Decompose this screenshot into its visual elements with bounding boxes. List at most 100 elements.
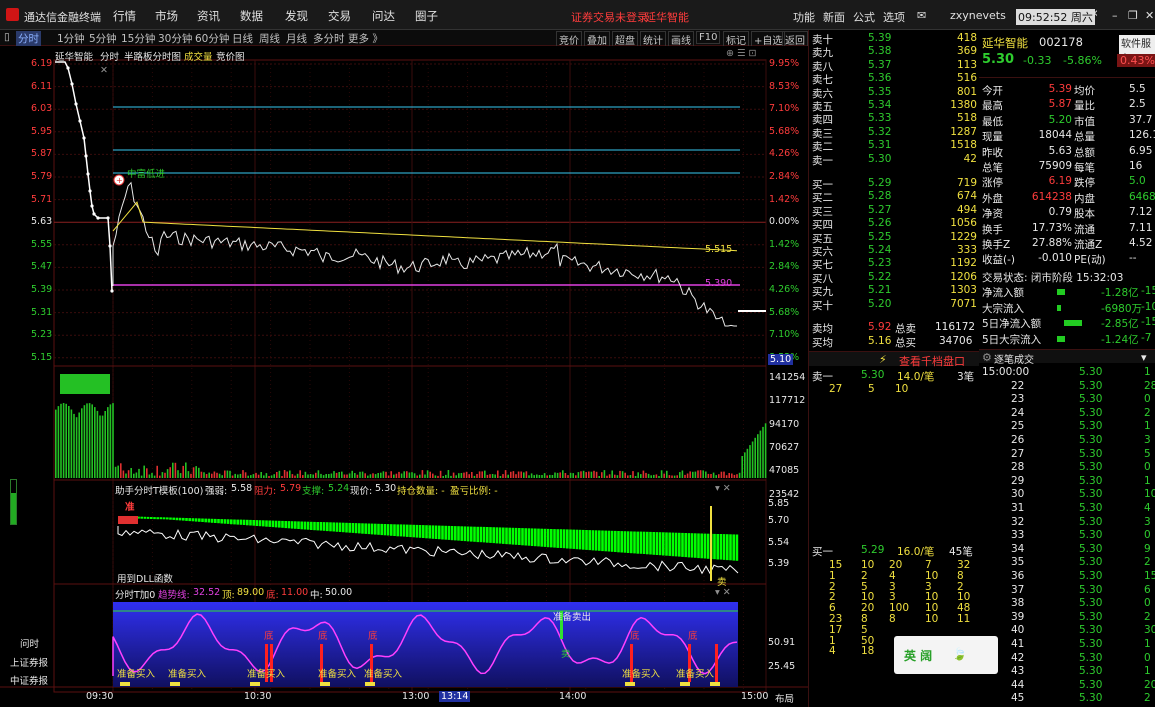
buy-signal-label: 准备买入 xyxy=(622,669,661,680)
menu-options[interactable]: 选项 xyxy=(883,9,905,25)
chart-mode: 分时 xyxy=(100,52,120,63)
menu-new-face[interactable]: 新面 xyxy=(823,9,845,25)
side-zzq[interactable]: 中证券报 xyxy=(10,673,48,687)
avg-buy-row: 买均 5.16 总买 34706 xyxy=(812,335,973,349)
view-depth-label: 查看千档盘口 xyxy=(899,355,965,368)
username[interactable]: zxynevets xyxy=(950,9,1006,22)
panel2-bottom: 11.00 xyxy=(281,587,309,598)
menu-trade[interactable]: 交易 xyxy=(328,8,351,24)
order-sell-row[interactable]: 卖七 5.36 516 xyxy=(809,72,979,86)
tab-1min[interactable]: 1分钟 xyxy=(57,31,85,46)
sector-pct: 0.43% xyxy=(1117,54,1155,67)
order-buy-row[interactable]: 买十 5.20 7071 xyxy=(809,298,979,312)
order-sell-row[interactable]: 卖四 5.33 518 xyxy=(809,112,979,126)
order-buy-row[interactable]: 买七 5.23 1192 xyxy=(809,257,979,271)
notice-stock: 延华智能 xyxy=(645,11,689,24)
tab-30min[interactable]: 30分钟 xyxy=(158,31,192,46)
view-depth-button[interactable]: ⚡ 查看千档盘口 xyxy=(809,351,979,368)
tab-fenshi[interactable]: 分时 xyxy=(16,31,41,46)
menu-wenda[interactable]: 问达 xyxy=(372,8,395,24)
order-sell-row[interactable]: 卖三 5.32 1287 xyxy=(809,126,979,140)
order-buy-row[interactable]: 买三 5.27 494 xyxy=(809,204,979,218)
btn-f10[interactable]: F10 xyxy=(696,31,721,44)
pct-axis-label: 9.95% xyxy=(769,58,800,69)
price-axis-label: 5.63 xyxy=(31,216,53,228)
order-sell-row[interactable]: 卖八 5.37 113 xyxy=(809,59,979,73)
side-wenshi[interactable]: 问时 xyxy=(20,636,39,650)
volume-axis-label: 70627 xyxy=(769,441,800,453)
time-cursor: 13:14 xyxy=(439,691,471,702)
app-name: 通达信金融终端 xyxy=(24,11,101,24)
order-buy-row[interactable]: 买九 5.21 1303 xyxy=(809,284,979,298)
tab-multi[interactable]: 多分时 xyxy=(313,31,345,46)
order-sell-row[interactable]: 卖六 5.35 801 xyxy=(809,86,979,100)
menu-circle[interactable]: 圈子 xyxy=(415,8,438,24)
menu-quote[interactable]: 行情 xyxy=(113,8,136,24)
panel1-strong: 5.58 xyxy=(231,483,253,494)
tab-day[interactable]: 日线 xyxy=(232,31,253,46)
order-buy-row[interactable]: 买二 5.28 674 xyxy=(809,190,979,204)
stock-stat-row: 外盘614238内盘64686 xyxy=(982,190,1155,205)
panel1-menu-icon[interactable]: ▾ ✕ xyxy=(715,483,731,494)
stock-stat-row: 收益(-) -0.010 PE(动) -- xyxy=(982,252,1137,267)
menu-market[interactable]: 市场 xyxy=(155,8,178,24)
pct-axis-label: 2.84% xyxy=(769,261,800,273)
tab-60min[interactable]: 60分钟 xyxy=(195,31,229,46)
order-buy-row[interactable]: 买一 5.29 719 xyxy=(809,177,979,191)
stock-header: 延华智能 002178 软件服务 5.30 -0.33 -5.86% 0.43% xyxy=(979,30,1155,78)
tick-row: 43 5.30 1 xyxy=(1011,665,1151,678)
menu-formula[interactable]: 公式 xyxy=(853,9,875,25)
intraday-chart[interactable]: + xyxy=(0,46,808,707)
tab-more[interactable]: 更多 》 xyxy=(348,31,383,46)
ma1-label: 5.515 xyxy=(705,244,733,255)
order-buy-row[interactable]: 买六 5.24 333 xyxy=(809,244,979,258)
maximize-icon[interactable]: ❐ xyxy=(1128,9,1138,22)
layout-button[interactable]: 布局 xyxy=(775,691,794,705)
close-icon[interactable]: ✕ xyxy=(1145,9,1154,22)
panel1-resist: 5.79 xyxy=(280,483,302,494)
order-buy-row[interactable]: 买八 5.22 1206 xyxy=(809,271,979,285)
price-axis-label: 5.87 xyxy=(31,148,53,160)
side-shzq[interactable]: 上证券报 xyxy=(10,655,48,669)
tick-row: 23 5.30 0 xyxy=(1011,393,1151,406)
stock-stat-row: 昨收 5.63 总额 6.95 xyxy=(982,144,1153,159)
login-notice[interactable]: 证券交易未登录 xyxy=(571,9,648,25)
buy1-queue-header: 买一 5.29 16.0/笔 45笔 xyxy=(812,544,973,558)
chart-settings-icon[interactable]: ⊕ ☰ ⊡ xyxy=(726,48,756,59)
tick-header: ⚙ 逐笔成交 ▾ xyxy=(979,349,1155,366)
order-sell-row[interactable]: 卖一 5.30 42 xyxy=(809,153,979,167)
tick-menu-icon[interactable]: ▾ xyxy=(1141,351,1147,364)
tick-settings-icon[interactable]: ⚙ xyxy=(982,351,992,364)
back-icon[interactable]: ‹ xyxy=(1093,6,1098,21)
chart-area[interactable]: + 延华智能 分时 半路板分时图 成交量 竞价图 ⊕ ☰ ⊡ ✕ 6.19 9.9… xyxy=(0,46,808,707)
bolt-icon: ⚡ xyxy=(879,353,887,366)
minimize-icon[interactable]: – xyxy=(1112,9,1118,22)
message-icon[interactable]: ✉ xyxy=(917,9,926,22)
menu-function[interactable]: 功能 xyxy=(793,9,815,25)
stock-stat-row: 今开 5.39 均价 5.5 xyxy=(982,83,1146,97)
tab-15min[interactable]: 15分钟 xyxy=(121,31,155,46)
tab-week[interactable]: 周线 xyxy=(259,31,280,46)
buy-signal-label: 准备买入 xyxy=(318,669,357,680)
price-axis-label: 5.55 xyxy=(31,238,53,250)
order-sell-row[interactable]: 卖五 5.34 1380 xyxy=(809,99,979,113)
toggle-icon[interactable]: ▯ xyxy=(4,31,10,43)
tab-month[interactable]: 月线 xyxy=(286,31,307,46)
menu-discover[interactable]: 发现 xyxy=(285,8,308,24)
tick-row: 31 5.30 4 xyxy=(1011,502,1151,514)
chart-stock-name: 延华智能 xyxy=(55,52,94,63)
menu-data[interactable]: 数据 xyxy=(240,8,263,24)
stock-price: 5.30 xyxy=(982,52,1015,67)
price-axis-label: 5.39 xyxy=(31,284,53,295)
order-buy-row[interactable]: 买五 5.25 1229 xyxy=(809,231,979,245)
order-sell-row[interactable]: 卖十 5.39 418 xyxy=(809,32,979,46)
svg-text:+: + xyxy=(116,176,123,185)
tick-row: 42 5.30 0 xyxy=(1011,651,1151,664)
order-sell-row[interactable]: 卖九 5.38 369 xyxy=(809,45,979,59)
order-buy-row[interactable]: 买四 5.26 1056 xyxy=(809,217,979,231)
order-sell-row[interactable]: 卖二 5.31 1518 xyxy=(809,139,979,153)
menu-news[interactable]: 资讯 xyxy=(197,8,220,24)
panel2-menu-icon[interactable]: ▾ ✕ xyxy=(715,587,731,598)
tab-5min[interactable]: 5分钟 xyxy=(89,31,117,46)
chart-close-icon[interactable]: ✕ xyxy=(100,65,108,76)
